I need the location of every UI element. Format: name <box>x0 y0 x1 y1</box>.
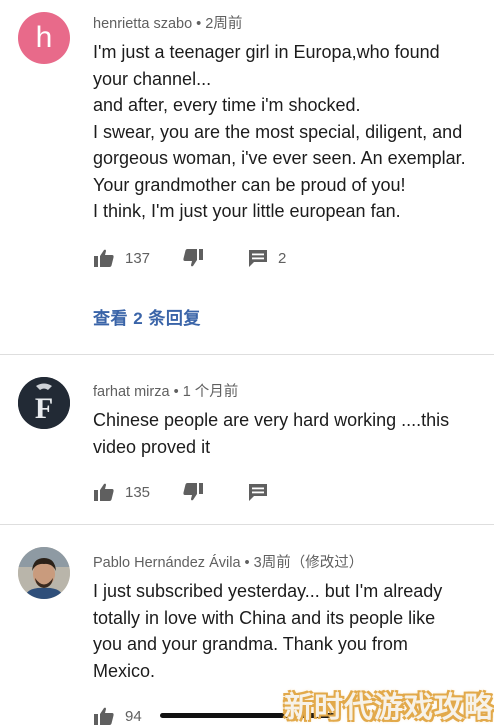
comment-author[interactable]: henrietta szabo <box>93 16 192 32</box>
comment-actions: 137 2 <box>93 247 286 269</box>
comment-line: you and your grandma. Thank you from <box>93 634 408 654</box>
comment-actions: 135 <box>93 481 268 503</box>
comment-line: gorgeous woman, i've ever seen. An exemp… <box>93 148 466 168</box>
comment-line: totally in love with China and its peopl… <box>93 607 436 628</box>
comment-divider <box>0 524 494 525</box>
comment-text: I just subscribed yesterday... but I'm a… <box>93 578 483 684</box>
comment-line: your channel... <box>93 68 212 89</box>
comment-meta: farhat mirza • 1 个月前 <box>93 380 238 401</box>
comment-line: Mexico. <box>93 660 156 681</box>
view-replies-link[interactable]: 查看 2 条回复 <box>93 304 201 329</box>
comment-text: Chinese people are very hard working ...… <box>93 407 483 460</box>
avatar-letter: F <box>35 392 53 425</box>
reply-count: 2 <box>278 249 287 267</box>
comment-line: I swear, you are the most special, dilig… <box>93 121 463 142</box>
comment-line: video proved it <box>93 436 211 457</box>
comment-line: Your grandmother can be proud of you! <box>93 174 406 195</box>
comment-author[interactable]: farhat mirza <box>93 384 170 400</box>
comment-line: I think, I'm just your little european f… <box>93 201 401 221</box>
comment-meta: Pablo Hernández Ávila • 3周前（修改过） <box>93 551 363 572</box>
comment-line: Chinese people are very hard working ...… <box>93 410 450 430</box>
reply-comment-icon <box>249 249 268 267</box>
comment-line: I'm just a teenager girl in Europa,who f… <box>93 42 440 62</box>
comment-meta: henrietta szabo • 2周前 <box>93 12 242 33</box>
comment-time: 1 个月前 <box>182 384 239 400</box>
comment-text: I'm just a teenager girl in Europa,who f… <box>93 39 483 225</box>
avatar-graphic: F <box>18 377 70 429</box>
avatar[interactable]: F <box>18 377 70 429</box>
thumbs-down-icon <box>183 483 204 501</box>
reply-button[interactable]: 2 <box>248 249 286 268</box>
thumbs-up-icon <box>94 249 114 267</box>
reply-button[interactable] <box>248 483 268 502</box>
meta-separator: • <box>192 16 206 32</box>
like-count: 137 <box>125 249 151 267</box>
like-count: 135 <box>125 483 151 501</box>
like-button[interactable]: 137 <box>93 248 150 268</box>
comment-divider <box>0 354 494 355</box>
avatar-letter: h <box>35 21 53 54</box>
comment-author[interactable]: Pablo Hernández Ávila <box>93 555 241 571</box>
avatar[interactable]: h <box>18 12 70 64</box>
reply-comment-icon <box>249 483 268 501</box>
meta-separator: • <box>169 384 183 400</box>
like-button[interactable]: 135 <box>93 482 150 502</box>
like-button[interactable]: 94 <box>93 706 142 725</box>
comment-actions: 94 <box>93 705 142 725</box>
thumbs-down-icon <box>183 249 204 267</box>
dislike-button[interactable] <box>182 248 204 268</box>
comment-time: 2周前 <box>205 16 243 32</box>
dislike-button[interactable] <box>182 482 204 502</box>
comment-line: and after, every time i'm shocked. <box>93 95 361 115</box>
avatar[interactable] <box>18 547 70 599</box>
thumbs-up-icon <box>94 483 114 501</box>
comment-time: 3周前（修改过） <box>253 555 364 571</box>
like-count: 94 <box>125 707 142 725</box>
watermark-text: 新时代游戏攻略 <box>284 692 494 724</box>
meta-separator: • <box>240 555 254 571</box>
thumbs-up-icon <box>94 707 114 725</box>
comment-line: I just subscribed yesterday... but I'm a… <box>93 581 443 601</box>
avatar-photo <box>18 547 70 599</box>
